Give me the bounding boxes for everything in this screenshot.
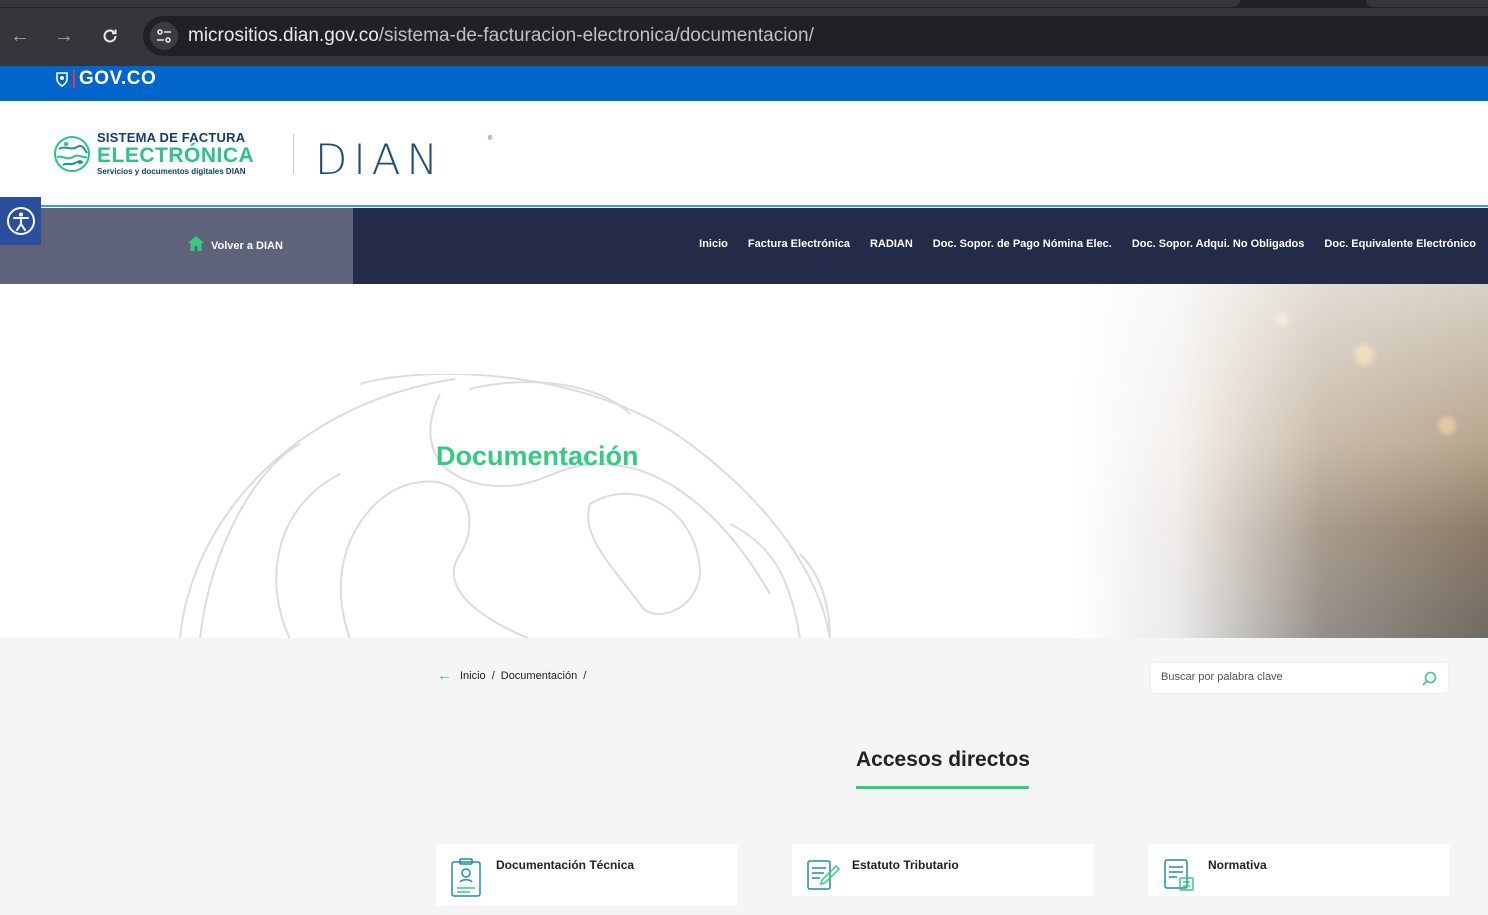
menu-item-inicio[interactable]: Inicio — [699, 238, 728, 250]
site-settings-icon[interactable] — [150, 22, 178, 50]
coat-of-arms-icon — [56, 72, 68, 87]
gov-separator — [73, 70, 75, 88]
menu-item-doc-equivalente[interactable]: Doc. Equivalente Electrónico — [1324, 238, 1476, 250]
card-normativa[interactable]: Normativa — [1148, 844, 1449, 896]
forward-arrow-icon[interactable]: → — [50, 22, 78, 50]
breadcrumb-item-inicio[interactable]: Inicio — [460, 670, 486, 682]
dian-logo[interactable]: DIAN — [315, 135, 444, 184]
accessibility-button[interactable] — [0, 197, 41, 245]
logo-line2: ELECTRÓNICA — [97, 144, 255, 167]
logo-line1: SISTEMA DE FACTURA — [97, 130, 246, 145]
card-label: Estatuto Tributario — [852, 858, 959, 872]
section-title: Accesos directos — [856, 748, 1030, 771]
sfe-globe-icon — [54, 135, 90, 172]
hero-photo-fade — [1075, 284, 1488, 638]
accessibility-icon — [6, 207, 35, 235]
nav-back-panel: Volver a DIAN — [0, 208, 353, 284]
card-documentacion-tecnica[interactable]: Documentación Técnica — [436, 844, 737, 906]
back-to-dian-label: Volver a DIAN — [211, 240, 283, 252]
site-header: SISTEMA DE FACTURA ELECTRÓNICA Servicios… — [0, 101, 1488, 207]
card-estatuto-tributario[interactable]: Estatuto Tributario — [792, 844, 1093, 896]
gov-co-logo[interactable]: GOV.CO — [55, 68, 156, 90]
menu-item-radian[interactable]: RADIAN — [870, 238, 913, 250]
active-tab-edge — [0, 0, 1240, 7]
breadcrumb-separator: / — [583, 669, 587, 682]
search-icon[interactable] — [1421, 670, 1438, 687]
tab-edge-right — [1366, 0, 1488, 7]
tax-statute-icon — [807, 860, 840, 890]
back-arrow-icon[interactable]: ← — [437, 667, 452, 684]
card-label: Normativa — [1208, 858, 1267, 872]
reload-icon[interactable] — [96, 22, 124, 50]
search-input[interactable] — [1161, 671, 1411, 683]
breadcrumb-separator: / — [491, 669, 495, 682]
gov-co-label: GOV.CO — [79, 68, 157, 89]
breadcrumb: ← Inicio / Documentación / — [437, 667, 586, 684]
browser-chrome: ← → micrositios.dian.gov.co/sistema-de-f… — [0, 0, 1488, 66]
hero-banner: Documentación — [0, 284, 1488, 638]
card-label: Documentación Técnica — [496, 858, 635, 872]
registered-mark: ® — [488, 136, 493, 142]
section-underline — [856, 786, 1029, 789]
menu-item-no-obligados[interactable]: Doc. Sopor. Adqui. No Obligados — [1132, 238, 1305, 250]
hero-globe-watermark — [179, 374, 831, 638]
menu-item-nomina[interactable]: Doc. Sopor. de Pago Nómina Elec. — [933, 238, 1112, 250]
main-menu: Inicio Factura Electrónica RADIAN Doc. S… — [699, 238, 1476, 250]
gov-co-bar: GOV.CO — [0, 66, 1488, 101]
header-divider — [293, 134, 294, 174]
url-text[interactable]: micrositios.dian.gov.co/sistema-de-factu… — [188, 25, 814, 47]
menu-item-factura-electronica[interactable]: Factura Electrónica — [748, 238, 850, 250]
home-icon — [188, 236, 204, 251]
logo-line3: Servicios y documentos digitales DIAN — [97, 167, 246, 176]
page-title: Documentación — [436, 441, 639, 471]
back-arrow-icon[interactable]: ← — [6, 22, 34, 50]
sfe-logo[interactable]: SISTEMA DE FACTURA ELECTRÓNICA Servicios… — [53, 131, 254, 176]
url-host: micrositios.dian.gov.co — [188, 25, 379, 46]
regulations-icon — [1164, 859, 1194, 891]
technical-doc-icon — [451, 858, 481, 897]
search-box — [1150, 662, 1449, 694]
main-navbar: Volver a DIAN Inicio Factura Electrónica… — [0, 208, 1488, 284]
back-to-dian-link[interactable]: Volver a DIAN — [187, 235, 283, 252]
url-path: /sistema-de-facturacion-electronica/docu… — [378, 25, 814, 46]
breadcrumb-item-documentacion[interactable]: Documentación — [501, 670, 577, 682]
